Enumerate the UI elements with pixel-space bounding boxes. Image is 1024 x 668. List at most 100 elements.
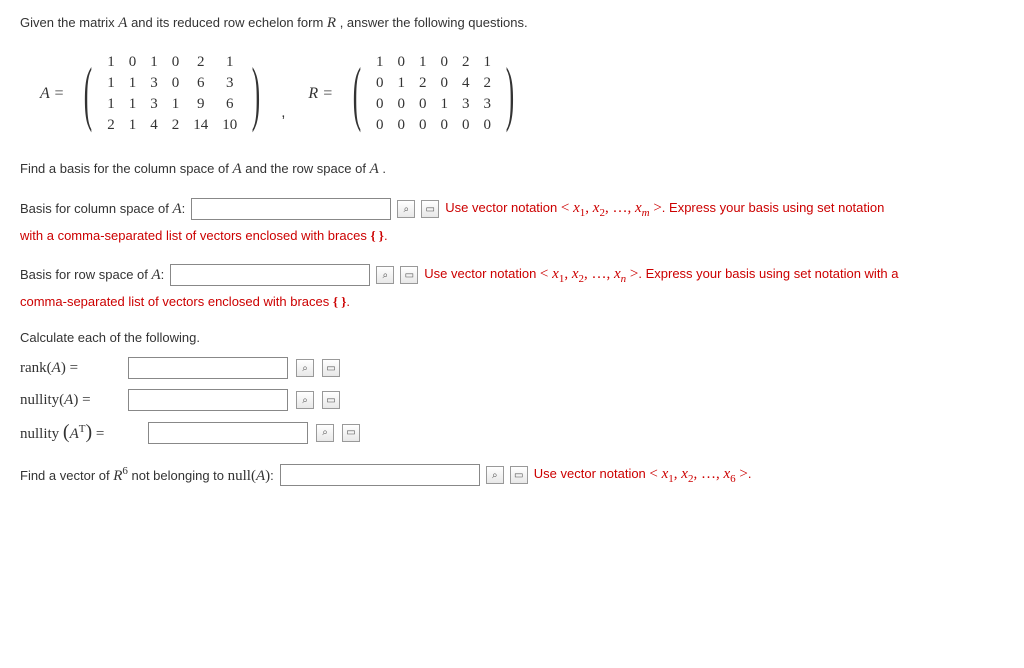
matrix-cell: 2 — [412, 73, 434, 94]
matrix-cell: 1 — [476, 52, 498, 73]
intro-end: , answer the following questions. — [340, 15, 528, 30]
matrix-cell: 0 — [369, 73, 391, 94]
var-A: A — [118, 15, 127, 31]
calc-heading: Calculate each of the following. — [20, 330, 1004, 345]
preview-icon[interactable]: ⌕ — [296, 391, 314, 409]
matrix-cell: 2 — [186, 52, 215, 73]
matrix-cell: 3 — [143, 73, 165, 94]
matrix-cell: 10 — [215, 115, 244, 136]
matrix-cell: 1 — [100, 52, 122, 73]
matrix-cell: 0 — [390, 52, 412, 73]
matrix-cell: 0 — [476, 115, 498, 136]
help-icon[interactable]: ▭ — [322, 359, 340, 377]
col-basis-hint: Use vector notation < x1, x2, …, xm >. E… — [445, 200, 884, 219]
matrix-separator: , — [281, 104, 285, 136]
nullity-transpose-label: nullity (AT) = — [20, 421, 140, 444]
matrix-cell: 0 — [390, 94, 412, 115]
matrix-cell: 3 — [215, 73, 244, 94]
rank-label: rank(A) = — [20, 360, 120, 377]
matrix-cell: 0 — [433, 115, 455, 136]
matrix-cell: 0 — [369, 94, 391, 115]
preview-icon[interactable]: ⌕ — [316, 424, 334, 442]
nullity-input[interactable] — [128, 389, 288, 411]
matrix-cell: 6 — [186, 73, 215, 94]
matrix-cell: 0 — [433, 52, 455, 73]
matrix-cell: 3 — [455, 94, 477, 115]
intro-text: Given the matrix — [20, 15, 118, 30]
matrix-cell: 4 — [143, 115, 165, 136]
matrix-cell: 9 — [186, 94, 215, 115]
matrix-cell: 1 — [165, 94, 187, 115]
matrix-cell: 1 — [122, 73, 144, 94]
matrix-cell: 6 — [215, 94, 244, 115]
find-basis-instruction: Find a basis for the column space of A a… — [20, 161, 1004, 178]
matrix-cell: 1 — [143, 52, 165, 73]
col-basis-input[interactable] — [191, 198, 391, 220]
matrix-cell: 1 — [369, 52, 391, 73]
matrix-cell: 0 — [412, 94, 434, 115]
find-vector-label: Find a vector of R6 not belonging to nul… — [20, 465, 274, 485]
matrix-cell: 3 — [476, 94, 498, 115]
matrix-cell: 0 — [455, 115, 477, 136]
matrix-cell: 0 — [122, 52, 144, 73]
matrix-cell: 0 — [165, 73, 187, 94]
preview-icon[interactable]: ⌕ — [376, 266, 394, 284]
matrix-cell: 2 — [476, 73, 498, 94]
col-basis-hint-line2: with a comma-separated list of vectors e… — [20, 228, 1004, 244]
matrix-cell: 0 — [390, 115, 412, 136]
matrix-cell: 1 — [433, 94, 455, 115]
var-A-3: A — [370, 161, 379, 177]
find-basis-text: Find a basis for the column space of — [20, 161, 232, 176]
row-basis-input[interactable] — [170, 264, 370, 286]
col-basis-label: Basis for column space of A: — [20, 201, 185, 218]
matrix-R-label: R = — [308, 85, 333, 103]
row-basis-hint: Use vector notation < x1, x2, …, xn >. E… — [424, 266, 898, 285]
matrix-cell: 1 — [100, 73, 122, 94]
matrix-cell: 1 — [390, 73, 412, 94]
matrix-cell: 1 — [100, 94, 122, 115]
matrix-cell: 0 — [433, 73, 455, 94]
help-icon[interactable]: ▭ — [421, 200, 439, 218]
matrix-cell: 4 — [455, 73, 477, 94]
matrix-A: ( 10102111306311319621421410 ) — [76, 52, 268, 136]
help-icon[interactable]: ▭ — [322, 391, 340, 409]
var-R: R — [327, 15, 336, 31]
question-intro: Given the matrix A and its reduced row e… — [20, 15, 1004, 32]
nullity-label: nullity(A) = — [20, 392, 120, 409]
calculate-section: Calculate each of the following. rank(A)… — [20, 330, 1004, 444]
preview-icon[interactable]: ⌕ — [397, 200, 415, 218]
preview-icon[interactable]: ⌕ — [296, 359, 314, 377]
row-basis-section: Basis for row space of A: ⌕ ▭ Use vector… — [20, 264, 1004, 310]
find-vector-input[interactable] — [280, 464, 480, 486]
help-icon[interactable]: ▭ — [400, 266, 418, 284]
row-basis-label: Basis for row space of A: — [20, 267, 164, 284]
matrix-cell: 1 — [215, 52, 244, 73]
matrix-cell: 2 — [455, 52, 477, 73]
find-basis-end: . — [382, 161, 386, 176]
find-vector-section: Find a vector of R6 not belonging to nul… — [20, 464, 1004, 486]
matrix-cell: 14 — [186, 115, 215, 136]
find-basis-mid: and the row space of — [245, 161, 369, 176]
row-basis-hint-line2: comma-separated list of vectors enclosed… — [20, 294, 1004, 310]
find-vector-hint: Use vector notation < x1, x2, …, x6 >. — [534, 466, 752, 485]
matrix-cell: 1 — [122, 115, 144, 136]
matrix-cell: 0 — [165, 52, 187, 73]
rank-input[interactable] — [128, 357, 288, 379]
matrix-cell: 3 — [143, 94, 165, 115]
matrix-cell: 2 — [100, 115, 122, 136]
nullity-transpose-input[interactable] — [148, 422, 308, 444]
column-basis-section: Basis for column space of A: ⌕ ▭ Use vec… — [20, 198, 1004, 244]
intro-mid: and its reduced row echelon form — [131, 15, 327, 30]
matrix-cell: 0 — [412, 115, 434, 136]
matrix-R: ( 101021012042000133000000 ) — [345, 52, 522, 136]
var-A-2: A — [232, 161, 241, 177]
preview-icon[interactable]: ⌕ — [486, 466, 504, 484]
matrices-display: A = ( 10102111306311319621421410 ) , R =… — [40, 52, 1004, 136]
help-icon[interactable]: ▭ — [510, 466, 528, 484]
matrix-cell: 2 — [165, 115, 187, 136]
matrix-cell: 1 — [122, 94, 144, 115]
help-icon[interactable]: ▭ — [342, 424, 360, 442]
matrix-cell: 1 — [412, 52, 434, 73]
matrix-A-label: A = — [40, 85, 64, 103]
matrix-cell: 0 — [369, 115, 391, 136]
